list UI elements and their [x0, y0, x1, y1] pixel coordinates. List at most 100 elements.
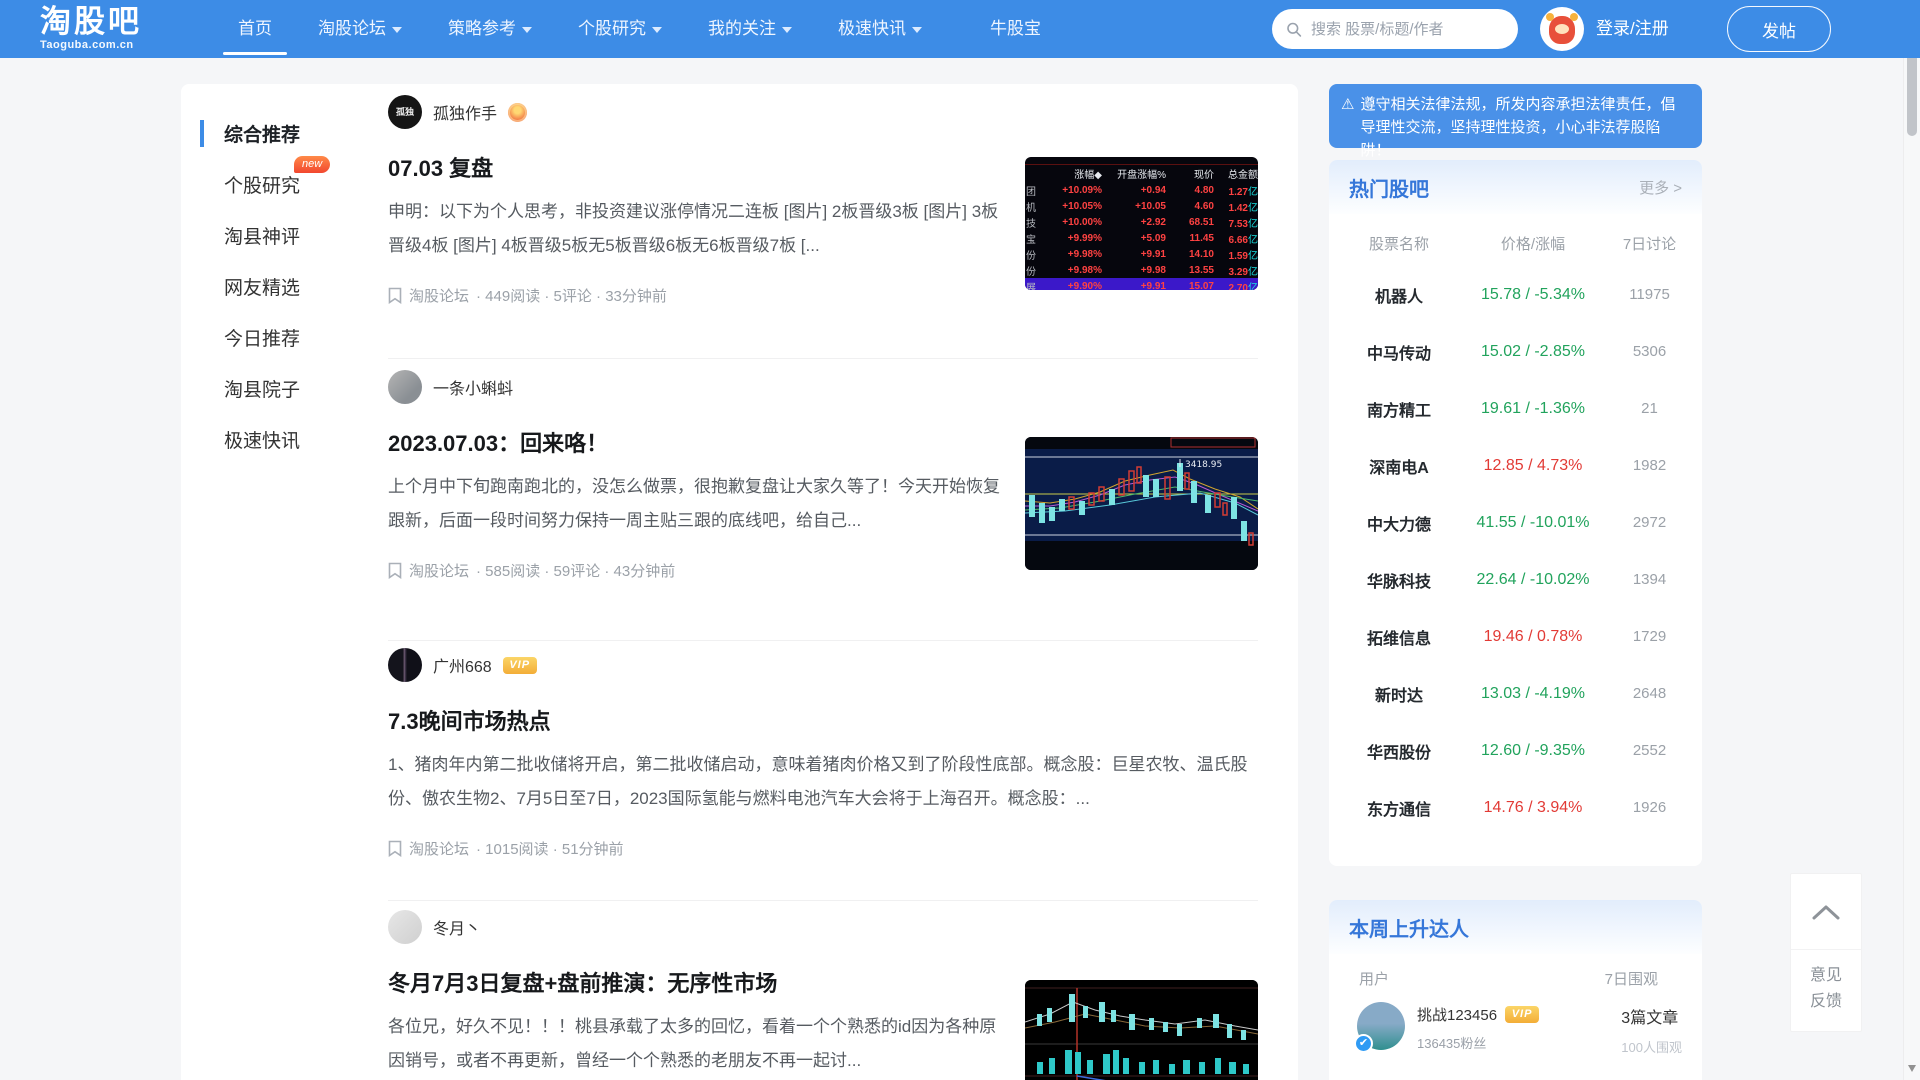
- stock-name: 南方精工: [1339, 397, 1459, 421]
- nav-my-follow[interactable]: 我的关注: [691, 0, 809, 58]
- post-thumbnail-candle-chart[interactable]: 3418.95: [1025, 437, 1258, 570]
- warning-icon: ⚠: [1341, 93, 1354, 148]
- nav-flash-news[interactable]: 极速快讯: [821, 0, 939, 58]
- scrollbar-thumb[interactable]: [1907, 48, 1917, 136]
- chart-price-label: 3418.95: [1185, 460, 1222, 470]
- stock-row[interactable]: 新时达 13.03 / -4.19% 2648: [1329, 665, 1702, 722]
- scrollbar[interactable]: [1903, 0, 1920, 1080]
- post-title[interactable]: 07.03 复盘: [388, 151, 1028, 183]
- user-avatar[interactable]: [1540, 7, 1584, 51]
- bookmark-icon: [388, 562, 402, 579]
- stock-name: 拓维信息: [1339, 625, 1459, 649]
- post-feed: 孤独 孤独作手 07.03 复盘 申明：以下为个人思考，非投资建议涨停情况二连板…: [388, 84, 1258, 1080]
- sidebar-item-taoxian-yard[interactable]: 淘县院子: [200, 363, 350, 414]
- site-logo-subtitle: Taoguba.com.cn: [40, 39, 142, 51]
- rising-user-row[interactable]: 挑战123456 VIP 136435粉丝 3篇文章 100人围观: [1329, 1002, 1702, 1056]
- rising-title: 本周上升达人: [1349, 913, 1469, 942]
- post-thumbnail-stock-table[interactable]: 涨幅◆ 开盘涨幅% 现价 总金额 团 +10.09% +0.94 4.80 1.…: [1025, 157, 1258, 290]
- feedback-button[interactable]: 意见 反馈: [1791, 950, 1861, 1031]
- avatar[interactable]: [388, 648, 422, 682]
- sidebar-item-flash-news[interactable]: 极速快讯: [200, 414, 350, 465]
- chevron-down-icon: [392, 27, 402, 33]
- search-input[interactable]: [1311, 21, 1510, 38]
- nav-forum[interactable]: 淘股论坛: [301, 0, 419, 58]
- stock-price-change: 15.02 / -2.85%: [1459, 343, 1607, 361]
- post-excerpt[interactable]: 各位兄，好久不见！！！桃县承载了太多的回忆，看着一个个熟悉的id因为各种原因销号…: [388, 1010, 1010, 1078]
- post-author[interactable]: 冬月丶: [433, 915, 481, 939]
- stock-discussion-count: 1982: [1607, 457, 1692, 474]
- post-item: 一条小蝌蚪 2023.07.03：回来咯！ 上个月中下旬跑南跑北的，没怎么做票，…: [388, 370, 1258, 581]
- stock-name: 中马传动: [1339, 340, 1459, 364]
- stock-price-change: 19.46 / 0.78%: [1459, 628, 1607, 646]
- stock-discussion-count: 1926: [1607, 799, 1692, 816]
- avatar[interactable]: [1357, 1002, 1405, 1050]
- stock-row[interactable]: 中马传动 15.02 / -2.85% 5306: [1329, 323, 1702, 380]
- legal-notice-banner: ⚠ 遵守相关法律法规，所发内容承担法律责任，倡导理性交流，坚持理性投资，小心非法…: [1329, 84, 1702, 148]
- avatar[interactable]: 孤独: [388, 95, 422, 129]
- stock-row[interactable]: 中大力德 41.55 / -10.01% 2972: [1329, 494, 1702, 551]
- post-source[interactable]: 淘股论坛: [409, 285, 469, 306]
- nav-strategy[interactable]: 策略参考: [431, 0, 549, 58]
- stock-row[interactable]: 拓维信息 19.46 / 0.78% 1729: [1329, 608, 1702, 665]
- sidebar-item-recommend[interactable]: 综合推荐: [200, 108, 350, 159]
- post-author[interactable]: 一条小蝌蚪: [433, 375, 513, 399]
- sidebar-item-netizen-picks[interactable]: 网友精选: [200, 261, 350, 312]
- rising-user-fans: 136435粉丝: [1417, 1033, 1539, 1052]
- post-author[interactable]: 广州668: [433, 653, 492, 677]
- back-to-top-button[interactable]: [1791, 874, 1861, 950]
- thumb-table-row: 份 +9.98% +9.98 13.55 3.29亿: [1025, 262, 1258, 278]
- new-badge: new: [294, 156, 330, 173]
- stock-discussion-count: 21: [1607, 400, 1692, 417]
- bookmark-icon: [388, 840, 402, 857]
- nav-stock-research[interactable]: 个股研究: [561, 0, 679, 58]
- post-title[interactable]: 2023.07.03：回来咯！: [388, 426, 1028, 458]
- bookmark-icon: [388, 287, 402, 304]
- avatar[interactable]: [388, 910, 422, 944]
- post-title[interactable]: 7.3晚间市场热点: [388, 704, 1258, 736]
- stock-price-change: 12.60 / -9.35%: [1459, 742, 1607, 760]
- post-excerpt[interactable]: 申明：以下为个人思考，非投资建议涨停情况二连板 [图片] 2板晋级3板 [图片]…: [388, 195, 1010, 263]
- stock-discussion-count: 2972: [1607, 514, 1692, 531]
- stock-discussion-count: 5306: [1607, 343, 1692, 360]
- rising-user-watch: 100人围观: [1621, 1037, 1682, 1056]
- login-register-link[interactable]: 登录/注册: [1596, 0, 1669, 58]
- post-meta: · 1015阅读 · 51分钟前: [476, 838, 624, 859]
- stock-row[interactable]: 东方通信 14.76 / 3.94% 1926: [1329, 779, 1702, 836]
- site-logo-title: 淘股吧: [40, 5, 142, 39]
- sidebar-item-stock-research[interactable]: 个股研究new: [200, 159, 350, 210]
- post-source[interactable]: 淘股论坛: [409, 838, 469, 859]
- post-author[interactable]: 孤独作手: [433, 100, 497, 124]
- rising-col-watch: 7日围观: [1605, 968, 1658, 989]
- sidebar-item-taoxian-comments[interactable]: 淘县神评: [200, 210, 350, 261]
- thumb-table-row: 展 +9.90% +9.91 15.07 2.70亿: [1025, 278, 1258, 290]
- post-source[interactable]: 淘股论坛: [409, 560, 469, 581]
- chevron-down-icon: [782, 27, 792, 33]
- avatar[interactable]: [388, 370, 422, 404]
- site-logo[interactable]: 淘股吧 Taoguba.com.cn: [40, 5, 142, 51]
- stock-discussion-count: 2552: [1607, 742, 1692, 759]
- sidebar-item-today-recommend[interactable]: 今日推荐: [200, 312, 350, 363]
- stock-discussion-count: 1729: [1607, 628, 1692, 645]
- stock-row[interactable]: 机器人 15.78 / -5.34% 11975: [1329, 266, 1702, 323]
- stock-row[interactable]: 华西股份 12.60 / -9.35% 2552: [1329, 722, 1702, 779]
- rising-user-name[interactable]: 挑战123456: [1417, 1004, 1497, 1025]
- new-post-button[interactable]: 发帖: [1727, 6, 1831, 52]
- search-box[interactable]: [1272, 9, 1518, 49]
- nav-niugubao[interactable]: 牛股宝: [973, 0, 1058, 58]
- stock-price-change: 13.03 / -4.19%: [1459, 685, 1607, 703]
- nav-home[interactable]: 首页: [221, 0, 289, 58]
- post-excerpt[interactable]: 上个月中下旬跑南跑北的，没怎么做票，很抱歉复盘让大家久等了！今天开始恢复跟新，后…: [388, 470, 1010, 538]
- stock-price-change: 15.78 / -5.34%: [1459, 286, 1607, 304]
- stock-price-change: 14.76 / 3.94%: [1459, 799, 1607, 817]
- post-title[interactable]: 冬月7月3日复盘+盘前推演：无序性市场: [388, 966, 1028, 998]
- stock-row[interactable]: 深南电A 12.85 / 4.73% 1982: [1329, 437, 1702, 494]
- post-excerpt[interactable]: 1、猪肉年内第二批收储将开启，第二批收储启动，意味着猪肉价格又到了阶段性底部。概…: [388, 748, 1258, 816]
- post-thumbnail-candle-chart[interactable]: [1025, 980, 1258, 1080]
- candlestick-chart-image: [1025, 980, 1258, 1080]
- stock-name: 机器人: [1339, 283, 1459, 307]
- scroll-down-arrow-icon[interactable]: [1908, 1065, 1916, 1072]
- hot-stocks-more-link[interactable]: 更多 >: [1639, 177, 1682, 198]
- stock-row[interactable]: 南方精工 19.61 / -1.36% 21: [1329, 380, 1702, 437]
- thumb-table-row: 机 +10.05% +10.05 4.60 1.42亿: [1025, 198, 1258, 214]
- stock-row[interactable]: 华脉科技 22.64 / -10.02% 1394: [1329, 551, 1702, 608]
